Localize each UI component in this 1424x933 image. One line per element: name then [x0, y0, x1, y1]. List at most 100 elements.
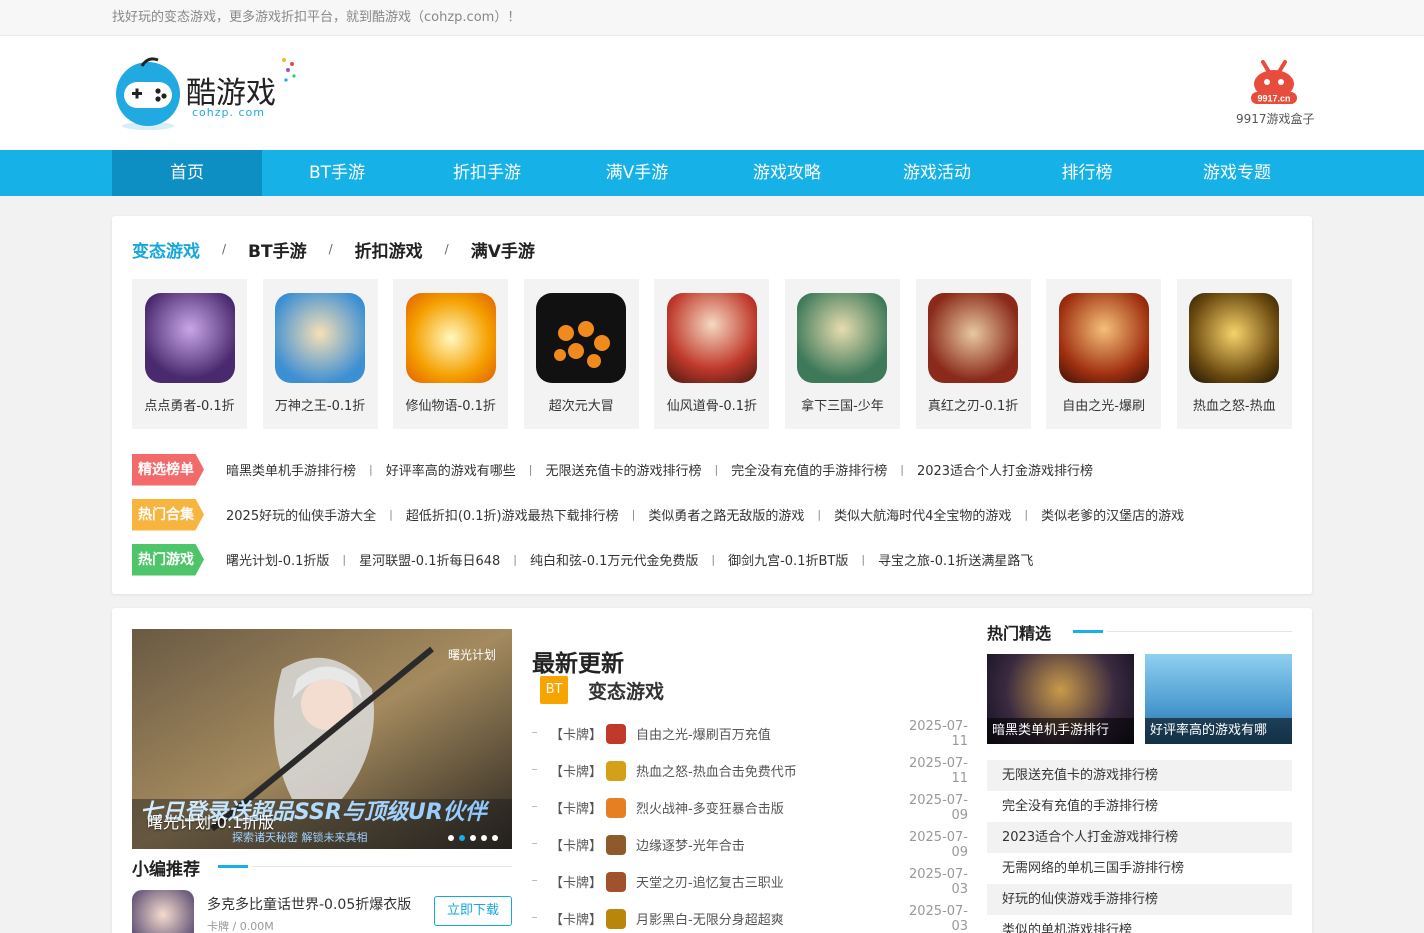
topbar: 找好玩的变态游戏，更多游戏折扣平台，就到酷游戏（cohzp.com）！: [0, 0, 1424, 36]
game-card[interactable]: 热血之怒-热血: [1176, 279, 1292, 429]
game-small-icon: [606, 834, 626, 855]
list-item[interactable]: 【卡牌】 天堂之刃-追忆复古三职业 2025-07-03: [532, 863, 968, 900]
tag-link[interactable]: 完全没有充值的手游排行榜: [731, 460, 887, 479]
tag-link[interactable]: 类似勇者之路无敌版的游戏: [648, 505, 804, 524]
tag-link[interactable]: 曙光计划-0.1折版: [226, 550, 329, 569]
banner-dot[interactable]: [481, 835, 487, 841]
game-small-icon: [606, 871, 626, 892]
game-card[interactable]: 拿下三国-少年: [784, 279, 900, 429]
item-date: 2025-07-09: [908, 792, 968, 823]
tag-link[interactable]: 纯白和弦-0.1万元代金免费版: [530, 550, 698, 569]
tab-bt-mobile[interactable]: BT手游: [248, 237, 307, 262]
rec-game-name[interactable]: 多克多比童话世界-0.05折爆衣版: [207, 894, 411, 914]
tag-link[interactable]: 寻宝之旅-0.1折送满星路飞: [878, 550, 1033, 569]
game-card[interactable]: 万神之王-0.1折: [262, 279, 378, 429]
nav-discount-games[interactable]: 折扣手游: [412, 150, 562, 196]
download-button[interactable]: 立即下载: [434, 896, 512, 926]
item-category: 【卡牌】: [550, 876, 603, 891]
tag-row-featured: 精选榜单 暗黑类单机手游排行榜 | 好评率高的游戏有哪些 | 无限送充值卡的游戏…: [132, 447, 1292, 492]
game-thumbnail[interactable]: [132, 890, 194, 933]
rec-game-meta: 卡牌 / 0.00M: [207, 920, 274, 933]
monk-icon: [666, 293, 757, 383]
item-category: 【卡牌】: [550, 728, 603, 743]
list-item[interactable]: 2023适合个人打金游戏排行榜: [987, 822, 1292, 853]
dragon-balls-icon: [536, 293, 627, 383]
hot-picks-title: 热门精选: [987, 624, 1052, 643]
nav-events[interactable]: 游戏活动: [862, 150, 1012, 196]
app-box-download[interactable]: 9917.cn 9917游戏盒子: [1236, 58, 1315, 127]
list-item[interactable]: 【卡牌】 自由之光-爆刷百万充值 2025-07-11: [532, 715, 968, 752]
site-logo[interactable]: 酷游戏 cohzp. com: [112, 54, 302, 134]
item-name[interactable]: 烈火战神-多变狂暴合击版: [636, 798, 896, 817]
list-item[interactable]: 无需网络的单机三国手游排行榜: [987, 853, 1292, 884]
game-name: 仙风道骨-0.1折: [666, 399, 758, 414]
item-category: 【卡牌】: [550, 839, 603, 854]
list-item[interactable]: 【卡牌】 热血之怒-热血合击免费代币 2025-07-11: [532, 752, 968, 789]
item-name[interactable]: 月影黑白-无限分身超超爽: [636, 909, 896, 928]
list-item[interactable]: 【卡牌】 烈火战神-多变狂暴合击版 2025-07-09: [532, 789, 968, 826]
item-date: 2025-07-09: [908, 829, 968, 860]
banner-dot[interactable]: [448, 835, 454, 841]
tag-row-hot-games: 热门游戏 曙光计划-0.1折版 | 星河联盟-0.1折每日648 | 纯白和弦-…: [132, 537, 1292, 582]
tag-rows: 精选榜单 暗黑类单机手游排行榜 | 好评率高的游戏有哪些 | 无限送充值卡的游戏…: [132, 447, 1292, 582]
game-name: 万神之王-0.1折: [274, 399, 366, 414]
list-item[interactable]: 无限送充值卡的游戏排行榜: [987, 760, 1292, 791]
hot-pick-caption: 好评率高的游戏有哪: [1145, 718, 1292, 744]
nav-guides[interactable]: 游戏攻略: [712, 150, 862, 196]
banner-dot[interactable]: [470, 835, 476, 841]
list-item[interactable]: 完全没有充值的手游排行榜: [987, 791, 1292, 822]
content-card: 七日登录送超品SSR与顶级UR伙伴 探索诸天秘密 解锁未来真相 曙光计划 曙光计…: [112, 608, 1312, 933]
game-card[interactable]: 修仙物语-0.1折: [393, 279, 509, 429]
tab-bt-variant[interactable]: 变态游戏: [132, 237, 200, 262]
hot-pick-card[interactable]: 好评率高的游戏有哪: [1145, 654, 1292, 744]
game-card[interactable]: 仙风道骨-0.1折: [654, 279, 770, 429]
hot-picks-images: 暗黑类单机手游排行 好评率高的游戏有哪: [987, 654, 1292, 744]
item-name[interactable]: 边缘逐梦-光年合击: [636, 835, 896, 854]
list-item[interactable]: 类似的单机游戏排行榜: [987, 915, 1292, 933]
item-name[interactable]: 天堂之刃-追忆复古三职业: [636, 872, 896, 891]
nav-bt-games[interactable]: BT手游: [262, 150, 412, 196]
tag-link[interactable]: 类似老爹的汉堡店的游戏: [1041, 505, 1184, 524]
tag-link[interactable]: 暗黑类单机手游排行榜: [226, 460, 356, 479]
tab-separator: /: [328, 242, 333, 256]
game-small-icon: [606, 797, 626, 818]
tag-link[interactable]: 类似大航海时代4全宝物的游戏: [834, 505, 1011, 524]
hot-pick-card[interactable]: 暗黑类单机手游排行: [987, 654, 1134, 744]
tag-link[interactable]: 御剑九宫-0.1折BT版: [728, 550, 848, 569]
tag-link[interactable]: 星河联盟-0.1折每日648: [359, 550, 500, 569]
dragon-balls-icon-art: [554, 321, 611, 368]
tab-discount[interactable]: 折扣游戏: [355, 237, 423, 262]
nav-rankings[interactable]: 排行榜: [1012, 150, 1162, 196]
tag-badge: 热门游戏: [132, 543, 204, 576]
app-box-badge: 9917.cn: [1257, 94, 1290, 104]
tag-separator: |: [711, 553, 716, 566]
game-card[interactable]: 超次元大冒: [523, 279, 639, 429]
banner-dot[interactable]: [492, 835, 498, 841]
game-card[interactable]: 自由之光-爆刷: [1046, 279, 1162, 429]
nav-topics[interactable]: 游戏专题: [1162, 150, 1312, 196]
mu-icon: [928, 293, 1019, 383]
list-item[interactable]: 【卡牌】 月影黑白-无限分身超超爽 2025-07-03: [532, 900, 968, 933]
tag-link[interactable]: 超低折扣(0.1折)游戏最热下载排行榜: [406, 505, 619, 524]
tag-link[interactable]: 2025好玩的仙侠手游大全: [226, 505, 376, 524]
chibi-hero-icon: [275, 293, 366, 383]
three-kingdoms-icon: [797, 293, 888, 383]
game-name: 修仙物语-0.1折: [405, 399, 496, 414]
game-card[interactable]: 点点勇者-0.1折: [132, 279, 247, 429]
tag-link[interactable]: 无限送充值卡的游戏排行榜: [545, 460, 701, 479]
tag-link[interactable]: 2023适合个人打金游戏排行榜: [917, 460, 1093, 479]
hero-banner[interactable]: 七日登录送超品SSR与顶级UR伙伴 探索诸天秘密 解锁未来真相 曙光计划 曙光计…: [132, 629, 512, 849]
app-box-icon: 9917.cn: [1251, 60, 1297, 104]
list-item[interactable]: 【卡牌】 边缘逐梦-光年合击 2025-07-09: [532, 826, 968, 863]
site-header: 酷游戏 cohzp. com 9917.cn 9917游戏盒子: [0, 36, 1424, 150]
nav-fullv-games[interactable]: 满V手游: [562, 150, 712, 196]
item-name[interactable]: 热血之怒-热血合击免费代币: [636, 761, 896, 780]
tab-fullv[interactable]: 满V手游: [471, 237, 535, 262]
nav-home[interactable]: 首页: [112, 150, 262, 196]
list-item[interactable]: 好玩的仙侠游戏手游排行榜: [987, 884, 1292, 915]
game-card[interactable]: 真红之刃-0.1折: [915, 279, 1031, 429]
tag-link[interactable]: 好评率高的游戏有哪些: [386, 460, 516, 479]
banner-dot-active[interactable]: [459, 835, 465, 841]
item-name[interactable]: 自由之光-爆刷百万充值: [636, 724, 896, 743]
tag-separator: |: [369, 463, 373, 476]
